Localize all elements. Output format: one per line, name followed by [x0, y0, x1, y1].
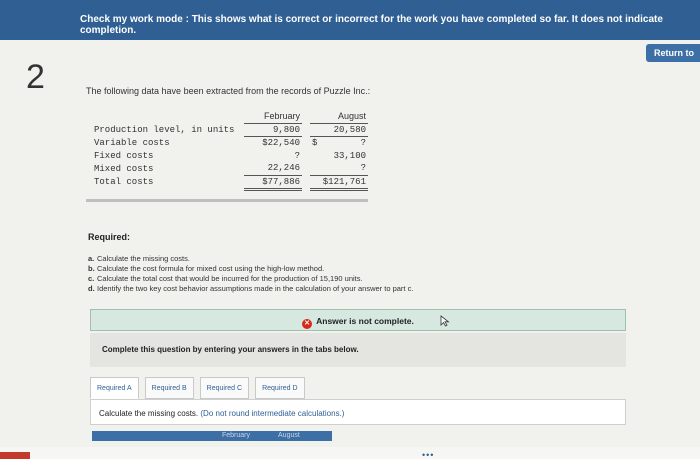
february-value: 22,246: [244, 162, 302, 176]
tab-panel: Calculate the missing costs. (Do not rou…: [90, 399, 626, 425]
panel-note: (Do not round intermediate calculations.…: [200, 409, 345, 418]
item-letter: c.: [88, 274, 95, 283]
column-header: August: [278, 432, 300, 439]
item-text: Calculate the total cost that would be i…: [97, 274, 363, 283]
list-item: c. Calculate the total cost that would be…: [88, 274, 413, 284]
table-row: Variable costs $22,540 $ ?: [92, 136, 368, 149]
column-header: February: [244, 110, 302, 124]
tab-required-d[interactable]: Required D: [255, 377, 305, 399]
error-x-icon: ✕: [302, 319, 313, 329]
row-label: Mixed costs: [94, 163, 154, 174]
table-row: Total costs $77,886 $121,761: [92, 175, 368, 191]
return-button[interactable]: Return to: [646, 44, 700, 62]
item-letter: d.: [88, 284, 95, 293]
banner-text: Check my work mode : This shows what is …: [80, 14, 663, 36]
tab-required-c[interactable]: Required C: [199, 377, 250, 399]
february-value: ?: [294, 150, 300, 161]
currency-symbol: $: [312, 137, 318, 148]
tab-required-a[interactable]: Required A: [90, 377, 139, 399]
instructions-box: Complete this question by entering your …: [90, 333, 626, 367]
answer-status-box: ✕ Answer is not complete.: [90, 309, 626, 331]
february-value: $22,540: [262, 137, 300, 148]
august-value: ?: [310, 162, 368, 176]
item-text: Identify the two key cost behavior assum…: [97, 284, 414, 293]
table-row: Mixed costs 22,246 ?: [92, 162, 368, 176]
check-my-work-banner: Check my work mode : This shows what is …: [0, 0, 700, 40]
mouse-pointer-icon: [440, 315, 450, 327]
list-item: b. Calculate the cost formula for mixed c…: [88, 264, 413, 274]
item-letter: a.: [88, 254, 95, 263]
question-number: 2: [26, 58, 45, 96]
section-divider: [86, 199, 368, 202]
tab-required-b[interactable]: Required B: [144, 377, 194, 399]
row-label: Variable costs: [94, 137, 170, 148]
row-label: Total costs: [94, 177, 154, 187]
list-item: a. Calculate the missing costs.: [88, 254, 413, 264]
required-heading: Required:: [88, 232, 131, 242]
answer-status-text: Answer is not complete.: [316, 316, 414, 326]
august-value: $121,761: [310, 175, 368, 191]
more-options-icon[interactable]: •••: [422, 450, 434, 459]
august-value: 20,580: [310, 123, 368, 137]
table-row: Production level, in units 9,800 20,580: [92, 123, 368, 137]
table-header-row: February August: [92, 110, 368, 124]
item-letter: b.: [88, 264, 95, 273]
panel-instruction: Calculate the missing costs.: [99, 409, 199, 418]
table-row: Fixed costs ? 33,100: [92, 149, 368, 162]
answer-table-header: February August: [92, 431, 332, 441]
february-value: $77,886: [244, 175, 302, 191]
required-list: a. Calculate the missing costs. b. Calcula…: [88, 254, 413, 294]
item-text: Calculate the missing costs.: [97, 254, 190, 263]
answer-tabs: Required A Required B Required C Require…: [90, 377, 311, 399]
list-item: d. Identify the two key cost behavior ass…: [88, 284, 413, 294]
row-label: Fixed costs: [94, 150, 154, 161]
item-text: Calculate the cost formula for mixed cos…: [97, 264, 325, 273]
flag-icon: [0, 452, 30, 459]
august-value: ?: [360, 137, 366, 148]
row-label: Production level, in units: [94, 124, 235, 135]
february-value: 9,800: [244, 123, 302, 137]
column-header: August: [310, 110, 368, 124]
cost-data-table: February August Production level, in uni…: [92, 110, 368, 191]
column-header: February: [222, 432, 251, 439]
august-value: 33,100: [333, 150, 366, 161]
intro-text: The following data have been extracted f…: [86, 86, 371, 96]
bottom-bar: [0, 447, 700, 459]
instructions-text: Complete this question by entering your …: [102, 345, 359, 354]
august-value-cell: $ ?: [310, 136, 368, 149]
